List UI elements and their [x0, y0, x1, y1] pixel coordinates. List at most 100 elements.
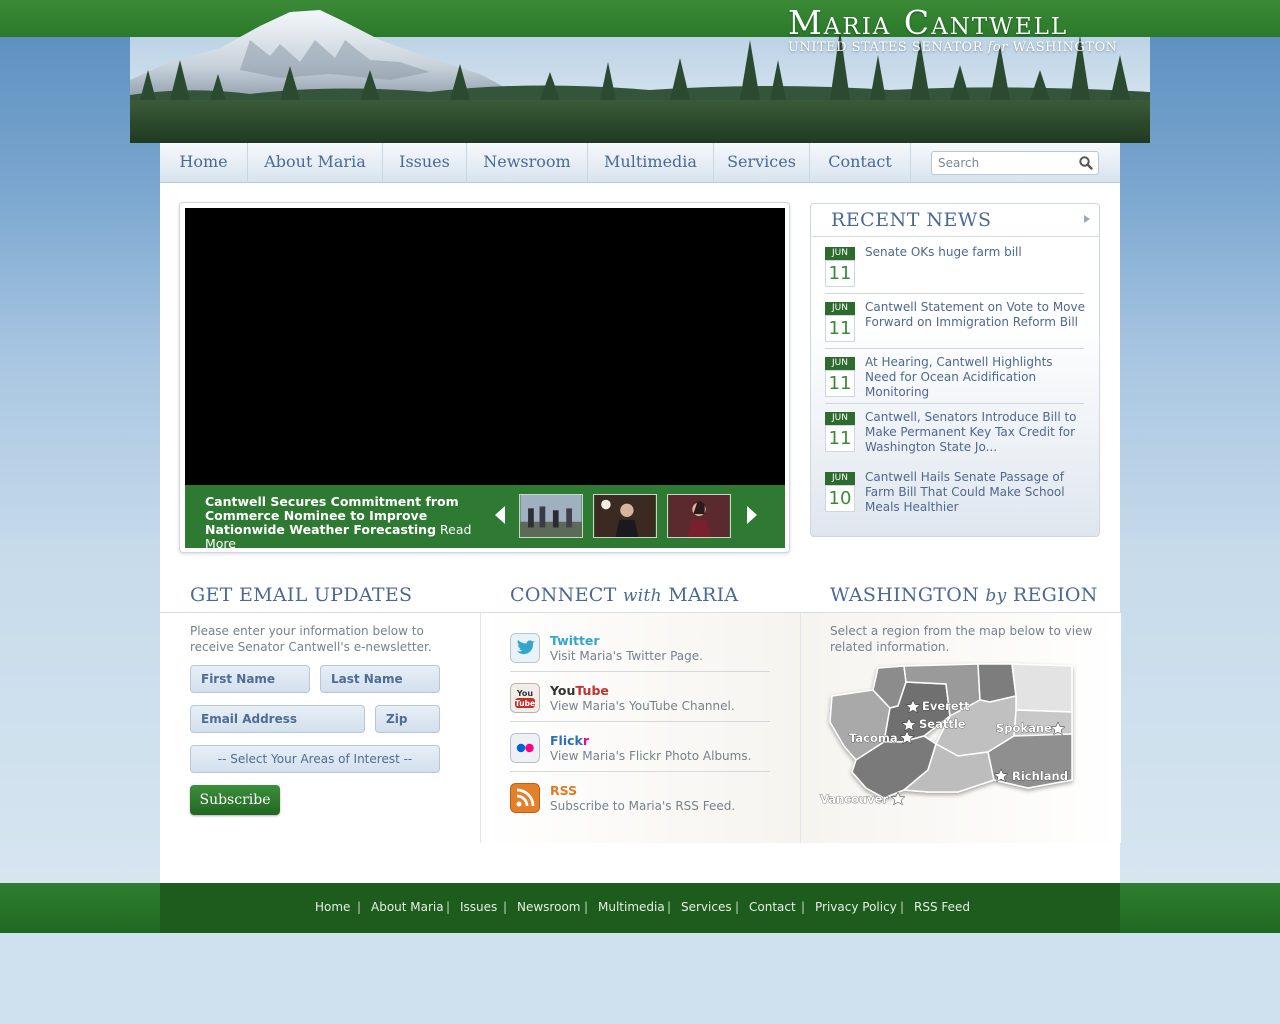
footer-separator: | — [584, 900, 589, 914]
site-title[interactable]: Maria Cantwell — [788, 6, 1068, 40]
youtube-link-item[interactable]: You Tube YouTube View Maria's YouTube Ch… — [510, 683, 770, 733]
region-heading: WASHINGTON by REGION — [830, 584, 1098, 606]
news-day: 11 — [825, 260, 855, 287]
footer-link-privacy-policy[interactable]: Privacy Policy — [815, 900, 897, 914]
social-separator — [510, 671, 770, 672]
youtube-name[interactable]: YouTube — [550, 683, 609, 698]
email-address-field — [190, 705, 365, 733]
flickr-name[interactable]: Flickr — [550, 733, 589, 748]
search-icon[interactable] — [1078, 155, 1094, 171]
news-month: JUN — [825, 247, 855, 260]
region-north-central-2[interactable] — [977, 663, 1017, 703]
slider-next-arrow-icon[interactable] — [745, 505, 759, 525]
nav-multimedia[interactable]: Multimedia — [588, 143, 714, 183]
slide-thumbnail-3[interactable] — [667, 494, 731, 538]
social-separator — [510, 771, 770, 772]
nav-issues[interactable]: Issues — [383, 143, 467, 183]
news-month: JUN — [825, 472, 855, 485]
slide-thumbnail-1[interactable] — [519, 494, 583, 538]
news-item: JUN 11 Cantwell, Senators Introduce Bill… — [825, 410, 1087, 460]
city-label-tacoma[interactable]: Tacoma — [849, 731, 898, 746]
news-month: JUN — [825, 302, 855, 315]
footer-link-home[interactable]: Home — [315, 900, 350, 914]
footer-link-rss-feed[interactable]: RSS Feed — [914, 900, 970, 914]
rss-link-item[interactable]: RSS Subscribe to Maria's RSS Feed. — [510, 783, 770, 833]
zip-input[interactable] — [386, 711, 437, 727]
city-label-seattle[interactable]: Seattle — [919, 717, 966, 732]
video-player[interactable] — [185, 208, 785, 485]
footer-separator: | — [801, 900, 806, 914]
nav-contact[interactable]: Contact — [810, 143, 911, 183]
subscribe-button[interactable]: Subscribe — [190, 785, 280, 815]
footer-separator: | — [357, 900, 362, 914]
youtube-icon[interactable]: You Tube — [510, 683, 540, 713]
twitter-link-item[interactable]: Twitter Visit Maria's Twitter Page. — [510, 633, 770, 683]
news-separator — [825, 348, 1084, 349]
washington-region-map[interactable]: Everett Seattle Tacoma Spokane Richland … — [818, 660, 1088, 818]
city-label-vancouver[interactable]: Vancouver — [820, 792, 889, 807]
first-name-field — [190, 665, 310, 693]
news-month: JUN — [825, 357, 855, 370]
region-intro: Select a region from the map below to vi… — [830, 624, 1093, 654]
connect-heading-post: MARIA — [661, 584, 739, 606]
twitter-icon[interactable] — [510, 633, 540, 663]
nav-newsroom[interactable]: Newsroom — [467, 143, 588, 183]
news-title-link[interactable]: Cantwell, Senators Introduce Bill to Mak… — [865, 410, 1087, 455]
first-name-input[interactable] — [201, 671, 296, 687]
news-title-link[interactable]: At Hearing, Cantwell Highlights Need for… — [865, 355, 1087, 400]
flickr-icon[interactable] — [510, 733, 540, 763]
news-divider — [811, 236, 1099, 237]
footer-link-about-maria[interactable]: About Maria — [371, 900, 444, 914]
city-label-spokane[interactable]: Spokane — [996, 721, 1053, 736]
nav-about-maria[interactable]: About Maria — [248, 143, 383, 183]
recent-news-heading[interactable]: RECENT NEWS — [831, 209, 991, 231]
last-name-field — [320, 665, 440, 693]
rss-name[interactable]: RSS — [550, 783, 577, 798]
twitter-name[interactable]: Twitter — [550, 633, 600, 648]
last-name-input[interactable] — [331, 671, 426, 687]
news-day: 10 — [825, 485, 855, 512]
city-label-richland[interactable]: Richland — [1012, 769, 1069, 784]
nav-services[interactable]: Services — [714, 143, 810, 183]
news-item: JUN 11 At Hearing, Cantwell Highlights N… — [825, 355, 1087, 405]
region-heading-by: by — [985, 586, 1007, 606]
youtube-name-you: You — [550, 683, 576, 698]
news-title-link[interactable]: Cantwell Statement on Vote to Move Forwa… — [865, 300, 1087, 330]
news-day: 11 — [825, 425, 855, 452]
footer-link-newsroom[interactable]: Newsroom — [517, 900, 580, 914]
region-northeast[interactable] — [1011, 663, 1073, 713]
flickr-name-r: r — [582, 733, 590, 748]
footer-link-multimedia[interactable]: Multimedia — [598, 900, 665, 914]
slide-caption-text[interactable]: Cantwell Secures Commitment from Commerc… — [205, 494, 459, 537]
slider-prev-arrow-icon[interactable] — [493, 505, 507, 525]
chevron-right-icon[interactable] — [1083, 214, 1091, 224]
news-date-badge: JUN 11 — [825, 247, 855, 287]
connect-heading-with: with — [622, 586, 662, 606]
region-heading-pre: WASHINGTON — [830, 584, 986, 606]
slide-caption: Cantwell Secures Commitment from Commerc… — [205, 495, 480, 551]
news-month: JUN — [825, 412, 855, 425]
footer-separator: | — [900, 900, 905, 914]
news-title-link[interactable]: Senate OKs huge farm bill — [865, 245, 1087, 260]
svg-text:You: You — [516, 689, 534, 698]
column-heading-rule — [160, 612, 1120, 613]
slide-thumbnail-2[interactable] — [593, 494, 657, 538]
footer-link-contact[interactable]: Contact — [749, 900, 796, 914]
subtitle-post: WASHINGTON — [1007, 40, 1118, 55]
search-input[interactable] — [938, 154, 1068, 172]
interest-select[interactable]: -- Select Your Areas of Interest -- — [191, 746, 439, 772]
nav-home[interactable]: Home — [160, 143, 248, 183]
connect-heading-pre: CONNECT — [510, 584, 623, 606]
news-item: JUN 11 Senate OKs huge farm bill — [825, 245, 1087, 295]
footer-link-issues[interactable]: Issues — [460, 900, 497, 914]
news-title-link[interactable]: Cantwell Hails Senate Passage of Farm Bi… — [865, 470, 1087, 515]
footer-link-services[interactable]: Services — [681, 900, 732, 914]
city-label-everett[interactable]: Everett — [922, 699, 971, 714]
twitter-desc: Visit Maria's Twitter Page. — [550, 649, 703, 663]
rss-icon[interactable] — [510, 783, 540, 813]
subtitle-for: for — [987, 40, 1008, 55]
news-item: JUN 11 Cantwell Statement on Vote to Mov… — [825, 300, 1087, 350]
flickr-link-item[interactable]: Flickr View Maria's Flickr Photo Albums. — [510, 733, 770, 783]
news-day: 11 — [825, 315, 855, 342]
email-address-input[interactable] — [201, 711, 340, 727]
